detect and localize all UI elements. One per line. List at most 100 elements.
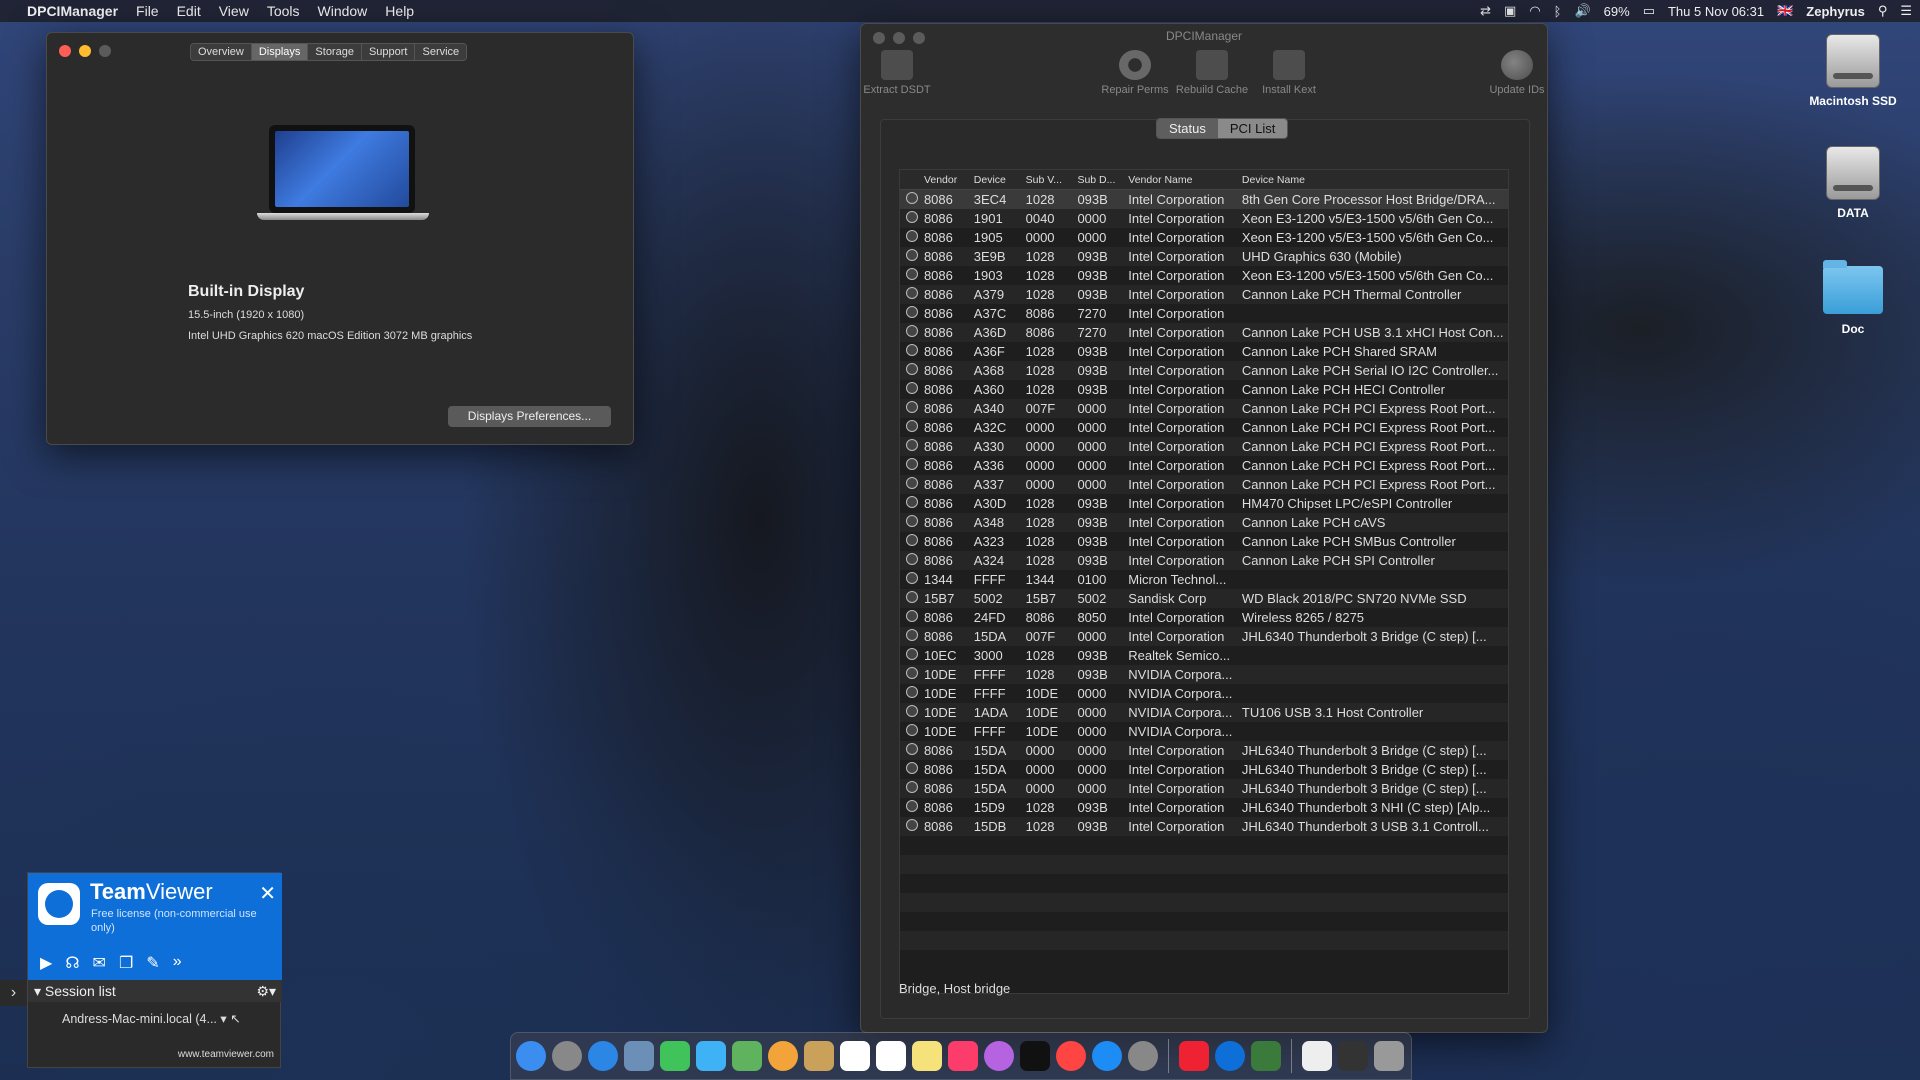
menu-view[interactable]: View: [210, 3, 258, 19]
table-row[interactable]: 8086 15D9 1028 093B Intel Corporation JHL6340…: [900, 798, 1508, 817]
dock-notes-icon[interactable]: [804, 1041, 834, 1071]
table-row[interactable]: 8086 15DA 0000 0000 Intel Corporation JHL6340…: [900, 779, 1508, 798]
segment-status[interactable]: Status: [1157, 119, 1218, 138]
table-row[interactable]: 8086 A330 0000 0000 Intel Corporation Cannon …: [900, 437, 1508, 456]
files-icon[interactable]: ❐: [119, 953, 133, 973]
session-list-header[interactable]: ▾ Session list ⚙▾: [28, 980, 282, 1002]
table-row[interactable]: 1344 FFFF 1344 0100 Micron Technol...: [900, 570, 1508, 589]
table-row[interactable]: 8086 15DA 0000 0000 Intel Corporation JHL6340…: [900, 741, 1508, 760]
wifi-icon[interactable]: ◠: [1529, 3, 1540, 19]
dock-preview-icon[interactable]: [624, 1041, 654, 1071]
table-row[interactable]: 8086 A348 1028 093B Intel Corporation Cannon …: [900, 513, 1508, 532]
dock-music-icon[interactable]: [948, 1041, 978, 1071]
toolbar-install-kext[interactable]: Install Kext: [1244, 46, 1334, 96]
menu-tools[interactable]: Tools: [258, 3, 309, 19]
dock-network-utility-icon[interactable]: [1251, 1041, 1281, 1071]
column-device-name[interactable]: Device Name: [1238, 174, 1508, 186]
dock-facetime-icon[interactable]: [660, 1041, 690, 1071]
user-name[interactable]: Zephyrus: [1806, 4, 1865, 19]
dock-finder-icon[interactable]: [516, 1041, 546, 1071]
table-row[interactable]: 10EC 3000 1028 093B Realtek Semico...: [900, 646, 1508, 665]
dock-notes-2-icon[interactable]: [912, 1041, 942, 1071]
dock-document-icon[interactable]: [1302, 1041, 1332, 1071]
expand-chevron-icon[interactable]: ›: [0, 980, 27, 1006]
tab-overview[interactable]: Overview: [191, 44, 252, 60]
dock-teamviewer-icon[interactable]: [1215, 1041, 1245, 1071]
table-row[interactable]: 8086 A360 1028 093B Intel Corporation Cannon …: [900, 380, 1508, 399]
table-row[interactable]: 10DE FFFF 10DE 0000 NVIDIA Corpora...: [900, 722, 1508, 741]
close-icon[interactable]: ✕: [259, 881, 276, 906]
tab-support[interactable]: Support: [361, 44, 416, 60]
column-sub-vendor[interactable]: Sub V...: [1022, 174, 1074, 186]
dock-launchpad-icon[interactable]: [552, 1041, 582, 1071]
table-row[interactable]: 8086 A368 1028 093B Intel Corporation Cannon …: [900, 361, 1508, 380]
teamviewer-url[interactable]: www.teamviewer.com: [178, 1049, 274, 1060]
column-device[interactable]: Device: [970, 174, 1022, 186]
table-row[interactable]: 8086 15DB 1028 093B Intel Corporation JHL6340…: [900, 817, 1508, 836]
table-row[interactable]: 8086 A379 1028 093B Intel Corporation Cannon …: [900, 285, 1508, 304]
dock-messages-icon[interactable]: [696, 1041, 726, 1071]
table-row[interactable]: 8086 A36D 8086 7270 Intel Corporation Cannon …: [900, 323, 1508, 342]
table-row[interactable]: 8086 1905 0000 0000 Intel Corporation Xeon E3…: [900, 228, 1508, 247]
table-row[interactable]: 8086 15DA 0000 0000 Intel Corporation JHL6340…: [900, 760, 1508, 779]
table-row[interactable]: 8086 3EC4 1028 093B Intel Corporation 8th Gen…: [900, 190, 1508, 209]
battery-percent[interactable]: 69%: [1604, 4, 1630, 19]
menu-edit[interactable]: Edit: [168, 3, 210, 19]
dock-screenshot-icon[interactable]: [1338, 1041, 1368, 1071]
tab-service[interactable]: Service: [415, 44, 467, 60]
spotlight-icon[interactable]: ⚲: [1878, 3, 1888, 19]
dock-podcasts-icon[interactable]: [984, 1041, 1014, 1071]
table-row[interactable]: 8086 A36F 1028 093B Intel Corporation Cannon …: [900, 342, 1508, 361]
video-icon[interactable]: ▶: [40, 953, 52, 973]
table-row[interactable]: 8086 1901 0040 0000 Intel Corporation Xeon E3…: [900, 209, 1508, 228]
table-row[interactable]: 8086 A323 1028 093B Intel Corporation Cannon …: [900, 532, 1508, 551]
input-source-flag[interactable]: 🇬🇧: [1777, 3, 1793, 19]
teamviewer-status-icon[interactable]: ⇄: [1480, 3, 1491, 19]
gear-icon[interactable]: ⚙▾: [256, 980, 276, 1002]
column-vendor-name[interactable]: Vendor Name: [1124, 174, 1238, 186]
table-row[interactable]: 8086 A30D 1028 093B Intel Corporation HM470 C…: [900, 494, 1508, 513]
dock-anydesk-icon[interactable]: [1179, 1041, 1209, 1071]
dock-photos-icon[interactable]: [768, 1041, 798, 1071]
menu-window[interactable]: Window: [309, 3, 377, 19]
table-row[interactable]: 8086 24FD 8086 8050 Intel Corporation Wireles…: [900, 608, 1508, 627]
table-row[interactable]: 10DE FFFF 1028 093B NVIDIA Corpora...: [900, 665, 1508, 684]
bluetooth-icon[interactable]: ᛒ: [1554, 4, 1562, 19]
dock-app-store-icon[interactable]: [1092, 1041, 1122, 1071]
menu-file[interactable]: File: [127, 3, 168, 19]
volume-icon[interactable]: 🔊: [1574, 3, 1590, 19]
chat-icon[interactable]: ✉: [93, 953, 106, 973]
column-vendor[interactable]: Vendor: [920, 174, 970, 186]
dock-tv-icon[interactable]: [1020, 1041, 1050, 1071]
displays-preferences-button[interactable]: Displays Preferences...: [448, 406, 611, 427]
tools-icon[interactable]: ✎: [146, 953, 159, 973]
tab-storage[interactable]: Storage: [308, 44, 362, 60]
control-center-icon[interactable]: ☰: [1900, 3, 1912, 19]
more-icon[interactable]: »: [173, 953, 182, 973]
headset-icon[interactable]: ☊: [65, 953, 79, 973]
dock-news-icon[interactable]: [1056, 1041, 1086, 1071]
zoom-button[interactable]: [99, 45, 111, 57]
datetime[interactable]: Thu 5 Nov 06:31: [1668, 4, 1764, 19]
table-row[interactable]: 8086 3E9B 1028 093B Intel Corporation UHD Gra…: [900, 247, 1508, 266]
minimize-button[interactable]: [79, 45, 91, 57]
table-row[interactable]: 10DE 1ADA 10DE 0000 NVIDIA Corpora... TU106 U…: [900, 703, 1508, 722]
table-row[interactable]: 8086 15DA 007F 0000 Intel Corporation JHL6340…: [900, 627, 1508, 646]
dock-trash-icon[interactable]: [1374, 1041, 1404, 1071]
desktop-icon-doc[interactable]: Doc: [1793, 260, 1913, 336]
desktop-icon-macintosh-ssd[interactable]: Macintosh SSD: [1793, 34, 1913, 108]
app-menu[interactable]: DPCIManager: [18, 3, 127, 19]
table-row[interactable]: 8086 A340 007F 0000 Intel Corporation Cannon …: [900, 399, 1508, 418]
dock-maps-icon[interactable]: [732, 1041, 762, 1071]
dock-system-preferences-icon[interactable]: [1128, 1041, 1158, 1071]
table-row[interactable]: 8086 A337 0000 0000 Intel Corporation Cannon …: [900, 475, 1508, 494]
table-row[interactable]: 8086 A336 0000 0000 Intel Corporation Cannon …: [900, 456, 1508, 475]
table-row[interactable]: 8086 A32C 0000 0000 Intel Corporation Cannon …: [900, 418, 1508, 437]
close-button[interactable]: [59, 45, 71, 57]
dock-calendar-icon[interactable]: [840, 1041, 870, 1071]
table-row[interactable]: 8086 A324 1028 093B Intel Corporation Cannon …: [900, 551, 1508, 570]
toolbar-update-ids[interactable]: Update IDs: [1472, 46, 1562, 96]
column-sub-device[interactable]: Sub D...: [1073, 174, 1124, 186]
toolbar-extract-dsdt[interactable]: Extract DSDT: [852, 46, 942, 96]
dock-reminders-icon[interactable]: [876, 1041, 906, 1071]
